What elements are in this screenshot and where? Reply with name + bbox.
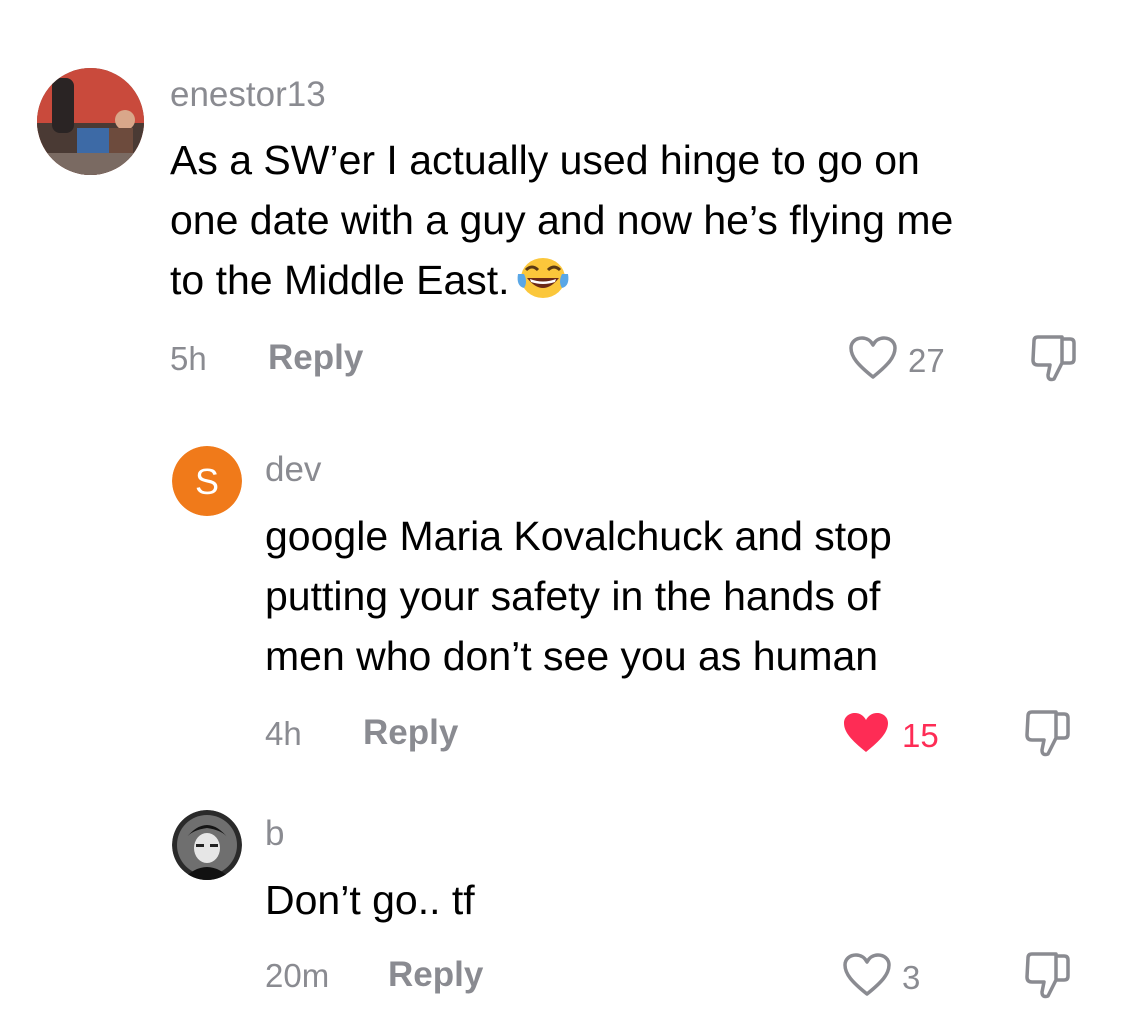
comment-text: google Maria Kovalchuck and stop putting… <box>265 506 892 686</box>
avatar[interactable] <box>172 810 242 880</box>
comment-text-line: to the Middle East. <box>170 250 953 316</box>
thumbs-down-icon <box>1022 710 1072 764</box>
comment-text-line: As a SW’er I actually used hinge to go o… <box>170 137 920 183</box>
comment-text: Don’t go.. tf <box>265 870 475 930</box>
comment-time: 4h <box>265 715 302 752</box>
comment-time: 5h <box>170 340 207 377</box>
avatar[interactable]: S <box>172 446 242 516</box>
heart-icon <box>842 952 892 1003</box>
comment-text-line: google Maria Kovalchuck and stop <box>265 513 892 559</box>
comment-text-line: men who don’t see you as human <box>265 633 879 679</box>
comment-item: b Don’t go.. tf 20m Reply 3 <box>0 790 1125 1035</box>
reply-button[interactable]: Reply <box>268 338 363 378</box>
like-count: 3 <box>902 958 921 996</box>
reply-button[interactable]: Reply <box>363 713 458 753</box>
like-count: 27 <box>908 341 945 379</box>
like-button[interactable]: 27 <box>848 335 945 386</box>
thumbs-down-icon <box>1028 335 1078 389</box>
avatar[interactable] <box>37 68 144 175</box>
comment-text: As a SW’er I actually used hinge to go o… <box>170 130 953 316</box>
like-button[interactable]: 15 <box>840 710 939 761</box>
comment-username[interactable]: dev <box>265 450 321 490</box>
heart-filled-icon <box>840 710 892 761</box>
face-with-tears-of-joy-icon <box>516 254 570 316</box>
comment-username[interactable]: b <box>265 814 284 854</box>
dislike-button[interactable] <box>1028 333 1078 390</box>
like-count: 15 <box>902 716 939 754</box>
comment-text-line: putting your safety in the hands of <box>265 573 881 619</box>
dislike-button[interactable] <box>1022 708 1072 765</box>
comment-text-line: one date with a guy and now he’s flying … <box>170 197 954 243</box>
dislike-button[interactable] <box>1022 950 1072 1007</box>
like-button[interactable]: 3 <box>842 952 920 1003</box>
comment-time: 20m <box>265 957 330 994</box>
comment-item: S dev google Maria Kovalchuck and stop p… <box>0 400 1125 790</box>
comment-text-line: Don’t go.. tf <box>265 877 475 923</box>
heart-icon <box>848 335 898 386</box>
reply-button[interactable]: Reply <box>388 955 483 995</box>
avatar-letter: S <box>195 461 219 502</box>
thumbs-down-icon <box>1022 952 1072 1006</box>
comment-username[interactable]: enestor13 <box>170 75 326 115</box>
comment-item: enestor13 As a SW’er I actually used hin… <box>0 0 1125 400</box>
